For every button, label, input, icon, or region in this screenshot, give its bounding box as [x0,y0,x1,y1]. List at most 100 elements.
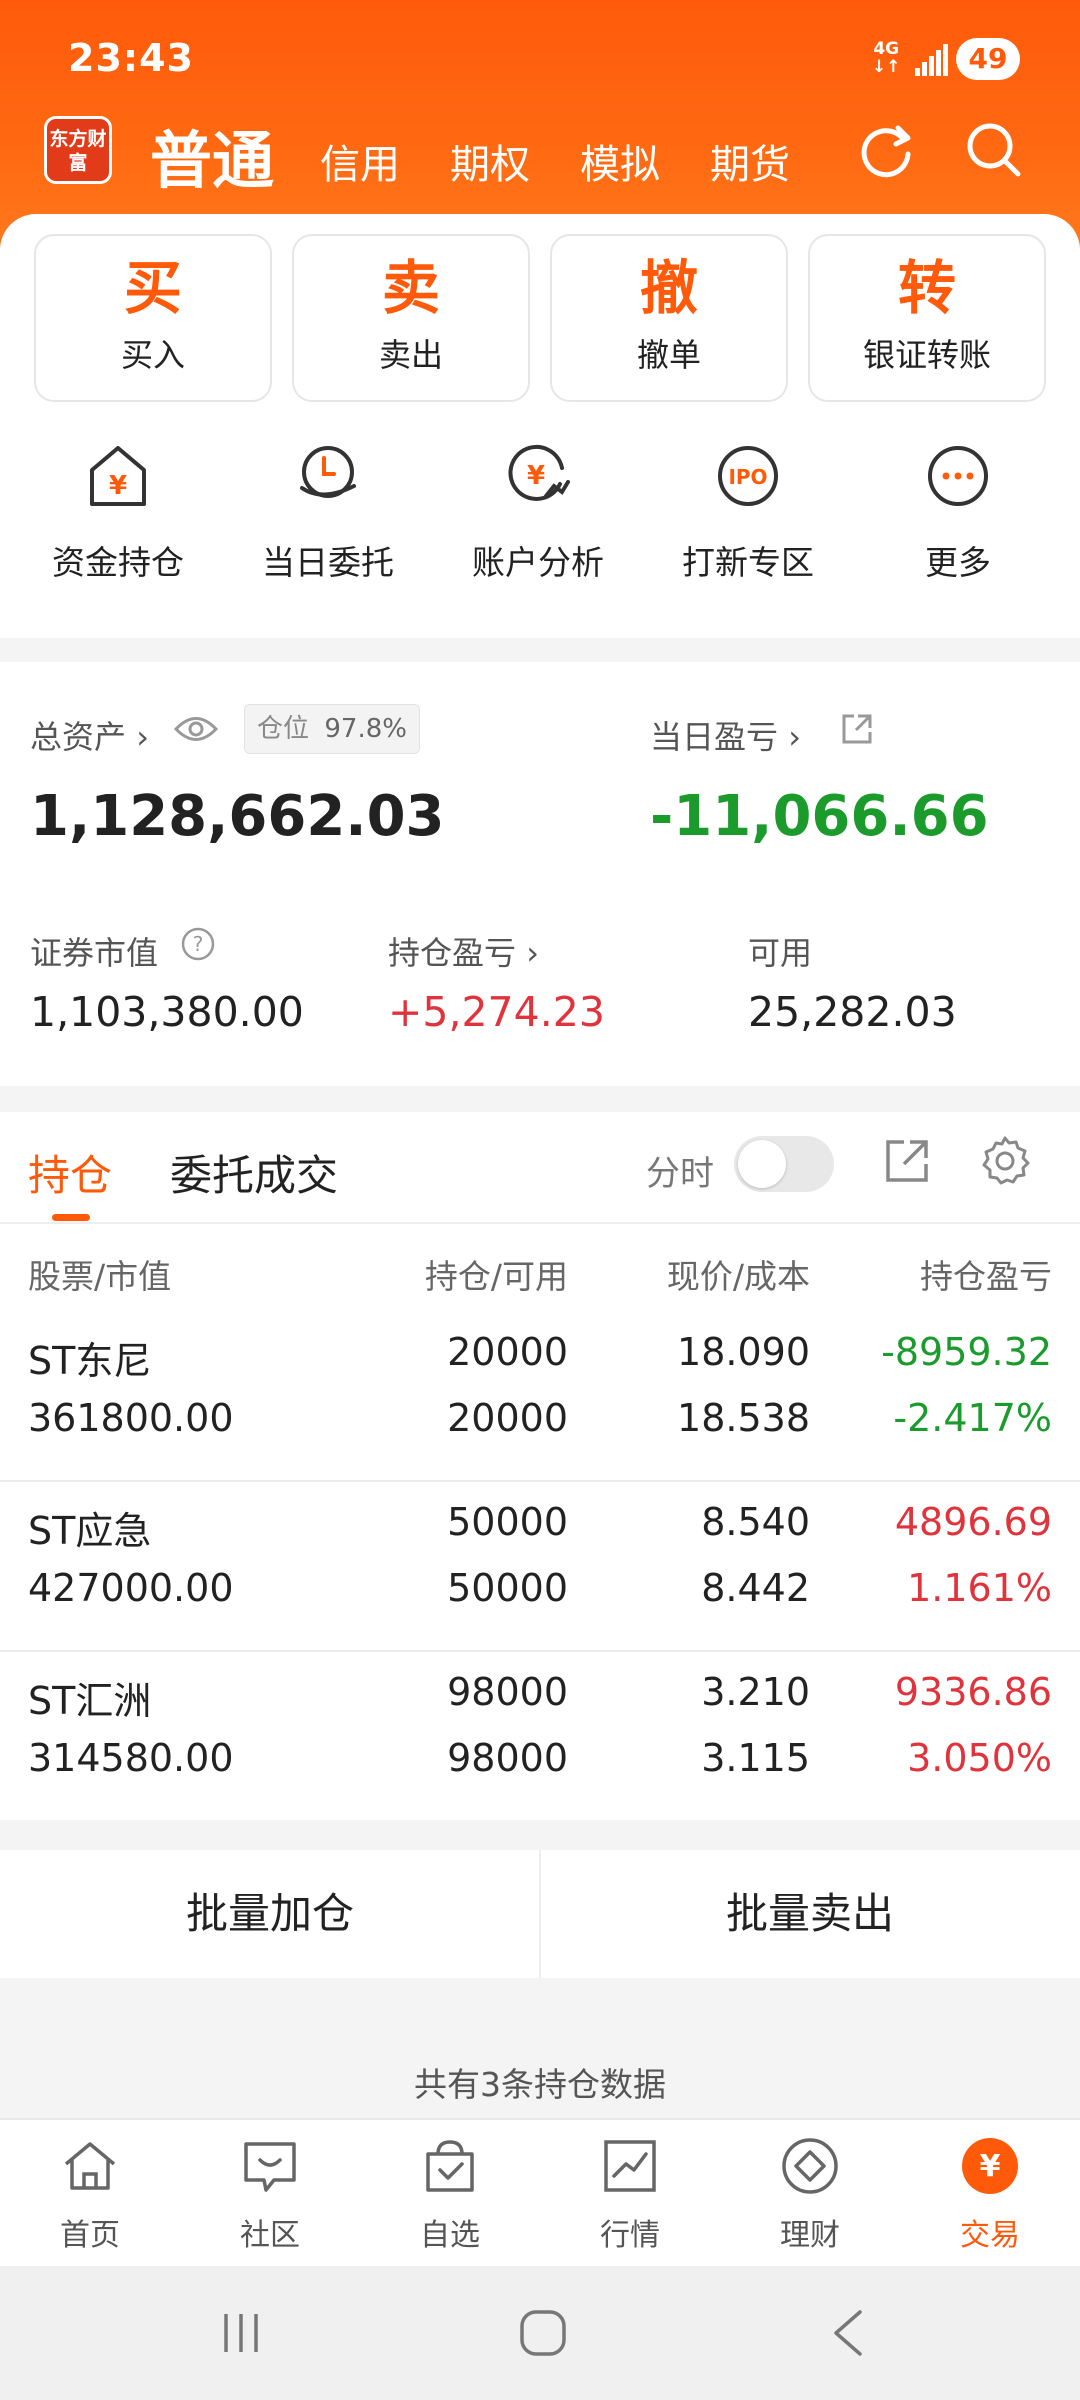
daily-pl-label[interactable]: 当日盈亏 › [650,712,801,758]
cost-price: 18.538 [677,1396,810,1440]
bank-transfer-button[interactable]: 转银证转账 [808,234,1046,402]
tab-credit[interactable]: 信用 [320,132,400,190]
nav-community[interactable]: 社区 [180,2136,360,2254]
current-price: 3.210 [701,1670,810,1714]
nav-home[interactable]: 首页 [0,2136,180,2254]
holding-row[interactable]: ST应急 427000.00 50000 50000 8.540 8.442 4… [0,1482,1080,1652]
cost-price: 8.442 [701,1566,810,1610]
tab-futures[interactable]: 期货 [710,132,790,190]
battery-indicator: 49 [956,38,1020,80]
holding-pl-label[interactable]: 持仓盈亏 › [388,928,539,974]
quick-more[interactable]: 更多 [858,440,1058,590]
market-value-label: 证券市值 [30,934,159,972]
status-bar: 23:43 4G ↓↑ 49 [0,0,1080,110]
header-price-cost: 现价/成本 [666,1257,810,1296]
signal-icon [915,44,948,76]
svg-text:?: ? [193,932,204,956]
holding-pl-pct: 3.050% [907,1736,1052,1780]
export-icon[interactable] [882,1136,932,1186]
assets-summary: 总资产 › 仓位 97.8% 1,128,662.03 当日盈亏 › -11,06… [0,662,1080,1086]
tab-options[interactable]: 期权 [450,132,530,190]
back-icon[interactable] [826,2308,870,2358]
tab-normal[interactable]: 普通 [150,110,274,200]
cancel-order-button[interactable]: 撤撤单 [550,234,788,402]
stock-name: ST应急 [28,1509,152,1553]
top-nav: 东方财富 普通 信用 期权 模拟 期货 [0,110,1080,220]
holding-row[interactable]: ST东尼 361800.00 20000 20000 18.090 18.538… [0,1312,1080,1482]
svg-text:IPO: IPO [728,465,767,489]
position-qty: 50000 [447,1500,568,1544]
batch-actions: 批量加仓 批量卖出 [0,1850,1080,1978]
holding-pl: -8959.32 [881,1330,1052,1374]
position-qty: 20000 [447,1330,568,1374]
more-icon [928,446,988,506]
trade-actions-card: 买买入 卖卖出 撤撤单 转银证转账 ¥ 资金持仓 当日委托 ¥ 账户分析 IPO… [0,214,1080,638]
bag-check-icon [426,2140,474,2192]
system-nav-bar [0,2266,1080,2400]
quick-account-analysis[interactable]: ¥ 账户分析 [438,440,638,590]
timeshare-toggle[interactable] [734,1136,834,1192]
available-label: 可用 [748,934,813,972]
recent-apps-icon[interactable] [218,2310,264,2356]
stock-name: ST汇洲 [28,1679,152,1723]
buy-button[interactable]: 买买入 [34,234,272,402]
quick-funds-positions[interactable]: ¥ 资金持仓 [18,440,218,590]
share-icon[interactable] [840,712,874,746]
batch-sell-button[interactable]: 批量卖出 [540,1850,1080,1978]
holdings-section: 持仓 委托成交 分时 股票/市值 持仓/可用 现价/成本 持仓盈亏 ST东尼 3… [0,1112,1080,1820]
nav-trade[interactable]: ¥ 交易 [900,2136,1080,2254]
clock-hand-icon [300,446,356,498]
batch-add-button[interactable]: 批量加仓 [0,1850,540,1978]
holding-pl: 4896.69 [894,1500,1052,1544]
quick-daily-orders[interactable]: 当日委托 [228,440,428,590]
stock-market-value: 314580.00 [28,1736,234,1780]
sell-button[interactable]: 卖卖出 [292,234,530,402]
holdings-count-note: 共有3条持仓数据 [414,2065,666,2104]
tab-divider [0,1222,1080,1224]
search-icon[interactable] [962,118,1026,182]
stock-market-value: 427000.00 [28,1566,234,1610]
eye-icon[interactable] [174,712,218,746]
chart-icon [604,2140,656,2192]
current-price: 8.540 [701,1500,810,1544]
tab-simulated[interactable]: 模拟 [580,132,660,190]
available-value: 25,282.03 [748,988,957,1036]
position-qty: 98000 [447,1670,568,1714]
timeshare-label: 分时 [646,1154,714,1194]
house-yen-icon: ¥ [90,446,146,506]
stock-name: ST东尼 [28,1339,152,1383]
tab-holdings[interactable]: 持仓 [28,1142,112,1203]
holding-pl-pct: -2.417% [893,1396,1052,1440]
holding-pl-value: +5,274.23 [388,988,605,1036]
help-icon[interactable]: ? [180,926,216,962]
header-stock-value: 股票/市值 [28,1257,172,1296]
network-indicator: 4G ↓↑ [872,39,901,77]
ipo-icon: IPO [718,446,778,506]
available-qty: 98000 [447,1736,568,1780]
total-assets-label[interactable]: 总资产 › [30,712,149,758]
svg-text:¥: ¥ [980,2149,1001,2184]
trade-yen-icon: ¥ [962,2138,1018,2194]
diamond-icon [782,2138,838,2194]
stock-market-value: 361800.00 [28,1396,234,1440]
nav-watchlist[interactable]: 自选 [360,2136,540,2254]
cost-price: 3.115 [701,1736,810,1780]
current-price: 18.090 [677,1330,810,1374]
header-position-available: 持仓/可用 [424,1257,568,1296]
holding-pl-pct: 1.161% [907,1566,1052,1610]
refresh-icon[interactable] [854,118,918,182]
app-logo: 东方财富 [44,116,112,184]
daily-pl-value: -11,066.66 [650,784,989,849]
tab-orders-trades[interactable]: 委托成交 [170,1142,338,1203]
available-qty: 50000 [447,1566,568,1610]
nav-market[interactable]: 行情 [540,2136,720,2254]
nav-wealth[interactable]: 理财 [720,2136,900,2254]
holding-pl: 9336.86 [894,1670,1052,1714]
position-ratio-chip: 仓位 97.8% [244,704,420,754]
home-button-icon[interactable] [518,2308,568,2358]
quick-ipo-zone[interactable]: IPO 打新专区 [648,440,848,590]
settings-gear-icon[interactable] [978,1134,1032,1188]
header-holding-pl: 持仓盈亏 [920,1257,1052,1296]
active-tab-indicator [52,1214,90,1221]
holding-row[interactable]: ST汇洲 314580.00 98000 98000 3.210 3.115 9… [0,1652,1080,1822]
